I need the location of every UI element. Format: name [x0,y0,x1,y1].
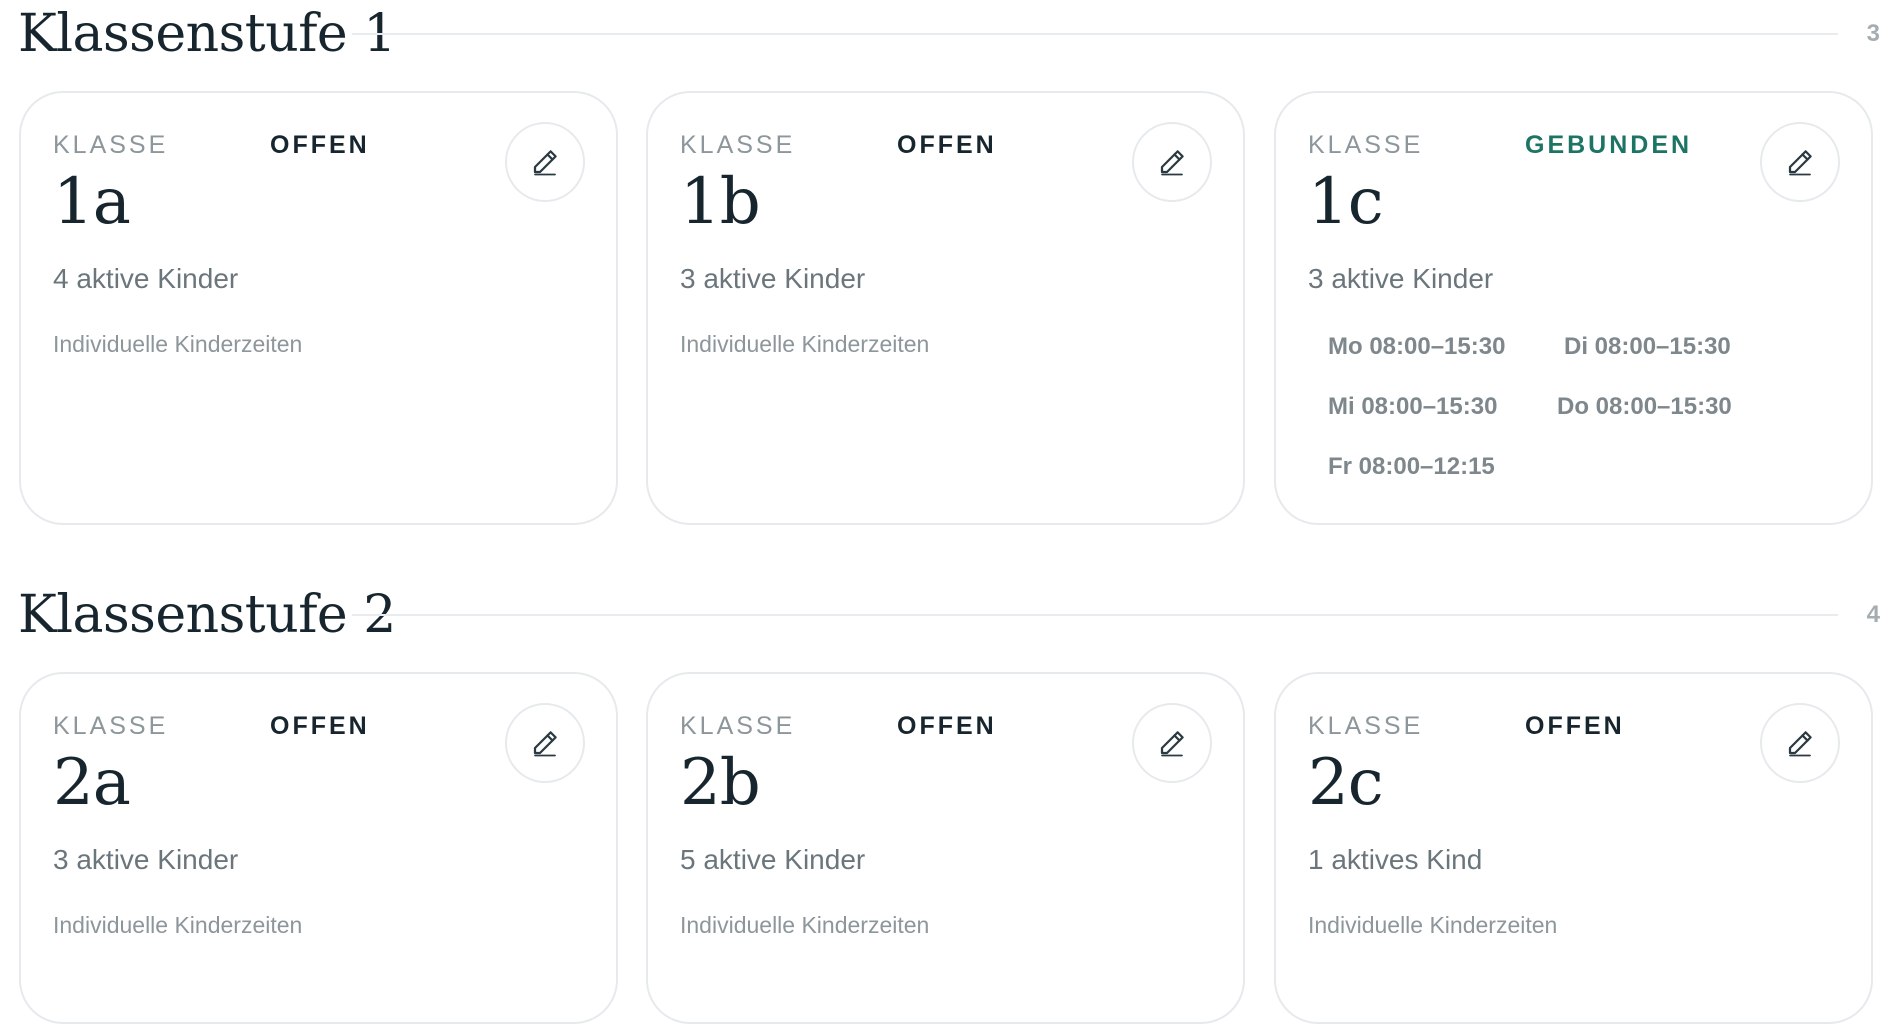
class-name: 2b [680,746,761,820]
active-children-count: 3 aktive Kinder [53,844,239,875]
active-children-count: 5 aktive Kinder [680,844,866,875]
class-name: 2a [53,746,131,820]
care-times: Individuelle Kinderzeiten [1308,912,1558,938]
pencil-icon [1788,150,1812,176]
active-children-count: 3 aktive Kinder [680,263,866,294]
schedule-monday: Mo 08:00–15:30 [1328,333,1506,360]
section-title: Klassenstufe 1 [18,4,396,64]
class-card-1b[interactable]: KLASSE OFFEN 1b 3 aktive Kinder Individu… [646,91,1245,525]
section-divider [352,33,1838,35]
class-name: 1b [680,165,761,239]
section-title: Klassenstufe 2 [18,585,396,645]
schedule-tuesday: Di 08:00–15:30 [1564,333,1731,360]
class-name: 1a [53,165,131,239]
active-children-count: 1 aktives Kind [1308,844,1483,875]
class-label: KLASSE [1308,712,1424,740]
schedule-friday: Fr 08:00–12:15 [1328,453,1495,480]
class-status: OFFEN [270,131,370,159]
pencil-icon [533,731,557,757]
class-card-1a[interactable]: KLASSE OFFEN 1a 4 aktive Kinder Individu… [19,91,618,525]
class-label: KLASSE [1308,131,1424,159]
section-count: 3 [1866,20,1880,47]
pencil-icon [1160,150,1184,176]
edit-class-button[interactable] [1760,703,1840,783]
section-header: Klassenstufe 1 3 [0,0,1890,70]
edit-class-button[interactable] [1132,122,1212,202]
grade-section-1: Klassenstufe 1 3 KLASSE OFFEN 1a 4 aktiv… [0,0,1890,525]
edit-class-button[interactable] [505,122,585,202]
class-status: OFFEN [897,131,997,159]
class-label: KLASSE [53,712,169,740]
class-label: KLASSE [680,131,796,159]
class-status: OFFEN [270,712,370,740]
pencil-icon [1788,731,1812,757]
class-label: KLASSE [680,712,796,740]
active-children-count: 3 aktive Kinder [1308,263,1494,294]
schedule-thursday: Do 08:00–15:30 [1557,393,1732,420]
class-label: KLASSE [53,131,169,159]
grade-section-2: Klassenstufe 2 4 KLASSE OFFEN 2a 3 aktiv… [0,581,1890,1024]
pencil-icon [1160,731,1184,757]
class-status: OFFEN [897,712,997,740]
active-children-count: 4 aktive Kinder [53,263,239,294]
class-name: 1c [1308,165,1384,239]
pencil-icon [533,150,557,176]
class-name: 2c [1308,746,1384,820]
class-card-2c[interactable]: KLASSE OFFEN 2c 1 aktives Kind Individue… [1274,672,1873,1024]
care-times: Individuelle Kinderzeiten [53,912,303,938]
class-status: OFFEN [1525,712,1625,740]
edit-class-button[interactable] [505,703,585,783]
edit-class-button[interactable] [1760,122,1840,202]
class-status: GEBUNDEN [1525,131,1693,159]
care-times: Individuelle Kinderzeiten [53,331,303,357]
class-card-1c[interactable]: KLASSE GEBUNDEN 1c 3 aktive Kinder Mo 08… [1274,91,1873,525]
schedule-wednesday: Mi 08:00–15:30 [1328,393,1498,420]
edit-class-button[interactable] [1132,703,1212,783]
class-card-2b[interactable]: KLASSE OFFEN 2b 5 aktive Kinder Individu… [646,672,1245,1024]
class-card-2a[interactable]: KLASSE OFFEN 2a 3 aktive Kinder Individu… [19,672,618,1024]
section-header: Klassenstufe 2 4 [0,581,1890,651]
section-divider [352,614,1838,616]
care-times: Individuelle Kinderzeiten [680,912,930,938]
care-times: Individuelle Kinderzeiten [680,331,930,357]
section-count: 4 [1866,601,1880,628]
